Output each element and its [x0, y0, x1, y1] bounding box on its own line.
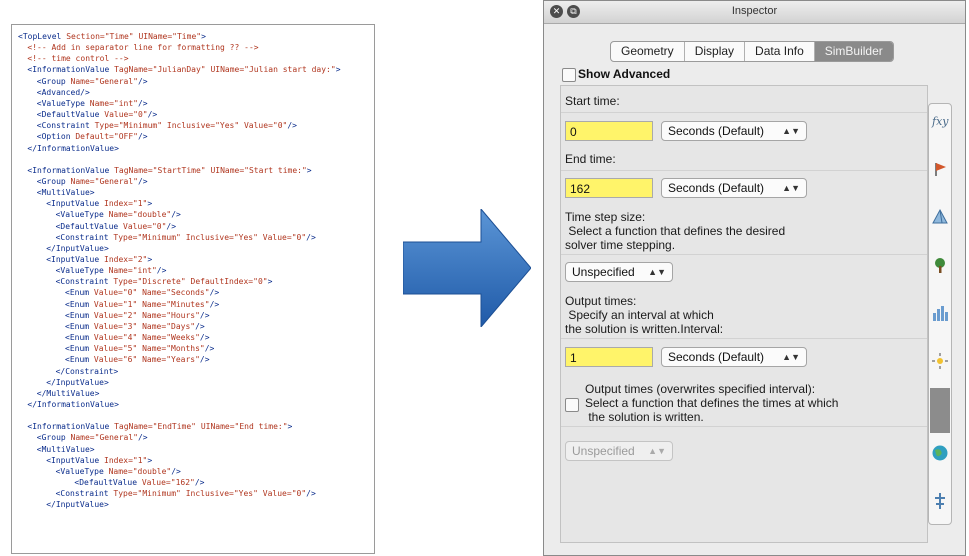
separator: [561, 426, 927, 427]
xml-line: <DefaultValue Value="0"/>: [36, 110, 158, 120]
output-times-override-checkbox[interactable]: [565, 398, 579, 412]
right-arrow-icon: [403, 209, 531, 327]
inspector-window: ✕ ⧉ Inspector Geometry Display Data Info…: [543, 0, 966, 556]
output-times-unit-select[interactable]: Seconds (Default) ▲▼: [661, 347, 807, 367]
start-time-label: Start time:: [565, 94, 620, 108]
xml-line: <Advanced/>: [36, 87, 90, 97]
window-title: Inspector: [731, 5, 778, 17]
xml-line: <InputValue Index="1">: [46, 455, 153, 465]
title-bar: ✕ ⧉ Inspector: [544, 1, 965, 24]
bar-chart-icon[interactable]: [931, 304, 949, 322]
tree-icon[interactable]: [931, 256, 949, 274]
tool-sidebar: fxy: [928, 103, 952, 525]
start-time-unit-value: Seconds (Default): [668, 124, 765, 138]
xml-line: <ValueType Name="int"/>: [55, 266, 167, 276]
xml-line: </InputValue>: [46, 243, 109, 253]
xml-line: </InputValue>: [46, 500, 109, 510]
tab-bar: Geometry Display Data Info SimBuilder: [610, 41, 894, 62]
xml-line: <Group Name="General"/>: [36, 433, 148, 443]
xml-line: <MultiValue>: [36, 444, 95, 454]
output-times-override-label: Output times (overwrites specified inter…: [585, 382, 816, 396]
end-time-unit-value: Seconds (Default): [668, 181, 765, 195]
end-time-unit-select[interactable]: Seconds (Default) ▲▼: [661, 178, 807, 198]
svg-text:fxy: fxy: [931, 115, 949, 128]
time-step-select-value: Unspecified: [572, 265, 635, 279]
time-step-description: Select a function that defines the desir…: [565, 224, 786, 252]
xml-line: <Enum Value="2" Name="Hours"/>: [65, 310, 210, 320]
time-step-select[interactable]: Unspecified ▲▼: [565, 262, 673, 282]
tab-data-info[interactable]: Data Info: [745, 42, 815, 61]
xml-line: <Group Name="General"/>: [36, 76, 148, 86]
xml-line: <Enum Value="3" Name="Days"/>: [65, 321, 205, 331]
xml-line: <InformationValue TagName="StartTime" UI…: [27, 165, 312, 175]
output-times-override-select[interactable]: Unspecified ▲▼: [565, 441, 673, 461]
xml-line: <!-- Add in separator line for formattin…: [27, 43, 259, 53]
xml-line: <ValueType Name="int"/>: [36, 98, 148, 108]
output-times-label: Output times:: [565, 294, 637, 308]
xml-line: <ValueType Name="double"/>: [55, 210, 181, 220]
xml-line: <Enum Value="6" Name="Years"/>: [65, 355, 210, 365]
xml-line: </InformationValue>: [27, 143, 119, 153]
xml-line: <TopLevel Section="Time" UIName="Time">: [18, 32, 206, 41]
xml-line: <InputValue Index="1">: [46, 199, 153, 209]
xml-line: <Constraint Type="Minimum" Inclusive="Ye…: [36, 121, 297, 131]
show-advanced-label: Show Advanced: [578, 67, 671, 81]
tab-simbuilder[interactable]: SimBuilder: [814, 42, 893, 61]
output-times-override-description: Select a function that defines the times…: [585, 396, 839, 424]
tab-geometry[interactable]: Geometry: [611, 42, 685, 61]
xml-line: <Enum Value="0" Name="Seconds"/>: [65, 288, 220, 298]
separator: [561, 112, 927, 113]
output-times-override-select-value: Unspecified: [572, 444, 635, 458]
xml-line: <Option Default="OFF"/>: [36, 132, 148, 142]
tab-display[interactable]: Display: [685, 42, 746, 61]
xml-line: <!-- time control -->: [27, 54, 129, 64]
separator: [561, 338, 927, 339]
pyramid-icon[interactable]: [931, 208, 949, 226]
xml-line: <Enum Value="4" Name="Weeks"/>: [65, 333, 210, 343]
stepper-icon: ▲▼: [648, 267, 666, 277]
xml-line: </InputValue>: [46, 377, 109, 387]
xml-line: <ValueType Name="double"/>: [55, 466, 181, 476]
xml-line: <DefaultValue Value="0"/>: [55, 221, 177, 231]
stepper-icon: ▲▼: [648, 446, 666, 456]
xml-line: <InputValue Index="2">: [46, 255, 153, 264]
globe-icon[interactable]: [931, 444, 949, 462]
start-time-unit-select[interactable]: Seconds (Default) ▲▼: [661, 121, 807, 141]
output-times-unit-value: Seconds (Default): [668, 350, 765, 364]
xml-line: <InformationValue TagName="JulianDay" UI…: [27, 65, 341, 75]
sidebar-scroll-thumb[interactable]: [930, 388, 950, 433]
flag-marker-icon[interactable]: [931, 160, 949, 178]
simbuilder-content: Start time: 0 Seconds (Default) ▲▼ End ti…: [560, 85, 928, 543]
stepper-icon: ▲▼: [782, 126, 800, 136]
xml-line: </InformationValue>: [27, 399, 119, 409]
xml-line: <Enum Value="5" Name="Months"/>: [65, 344, 215, 354]
stepper-icon: ▲▼: [782, 352, 800, 362]
show-advanced-checkbox[interactable]: [562, 68, 576, 82]
end-time-input[interactable]: 162: [565, 178, 653, 198]
function-icon[interactable]: fxy: [931, 112, 949, 130]
xml-code-panel: <TopLevel Section="Time" UIName="Time"> <…: [11, 24, 375, 554]
start-time-input[interactable]: 0: [565, 121, 653, 141]
end-time-label: End time:: [565, 152, 616, 166]
xml-line: </MultiValue>: [36, 388, 100, 398]
sim-icon[interactable]: [931, 492, 949, 510]
xml-line: <Constraint Type="Discrete" DefaultIndex…: [55, 277, 273, 287]
time-step-label: Time step size:: [565, 210, 646, 224]
xml-line: <MultiValue>: [36, 188, 95, 198]
stepper-icon: ▲▼: [782, 183, 800, 193]
xml-line: <Constraint Type="Minimum" Inclusive="Ye…: [55, 232, 316, 242]
xml-line: <InformationValue TagName="EndTime" UINa…: [27, 422, 293, 432]
xml-line: </Constraint>: [55, 366, 119, 376]
xml-line: <Enum Value="1" Name="Minutes"/>: [65, 299, 220, 309]
xml-line: <Constraint Type="Minimum" Inclusive="Ye…: [55, 489, 316, 499]
light-icon[interactable]: [931, 352, 949, 370]
xml-line: <DefaultValue Value="162"/>: [74, 478, 205, 487]
separator: [561, 170, 927, 171]
output-times-description: Specify an interval at which the solutio…: [565, 308, 724, 336]
output-times-input[interactable]: 1: [565, 347, 653, 367]
separator: [561, 254, 927, 255]
xml-line: <Group Name="General"/>: [36, 176, 148, 186]
